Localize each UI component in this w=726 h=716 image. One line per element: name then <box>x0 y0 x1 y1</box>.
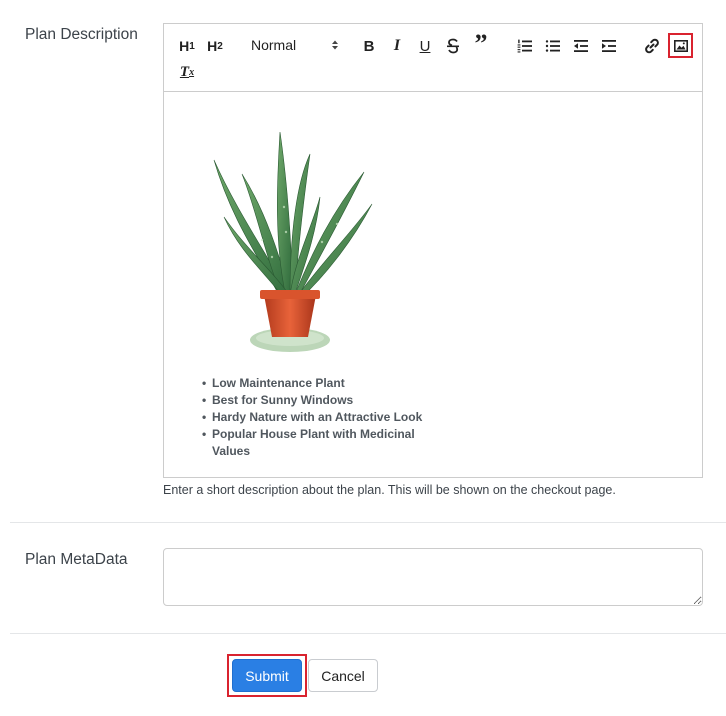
ordered-list-button[interactable] <box>515 34 535 58</box>
italic-button[interactable]: I <box>388 34 406 58</box>
ordered-list-icon <box>517 39 532 53</box>
select-arrows-icon <box>332 40 338 50</box>
indent-button[interactable] <box>599 34 619 58</box>
description-hint: Enter a short description about the plan… <box>163 483 616 497</box>
strikethrough-button[interactable] <box>444 34 462 58</box>
divider <box>10 633 726 634</box>
heading-1-label: H <box>179 38 190 54</box>
editor-content[interactable]: Low Maintenance Plant Best for Sunny Win… <box>164 92 702 477</box>
heading-1-button[interactable]: H1 <box>176 34 198 58</box>
cancel-button[interactable]: Cancel <box>308 659 378 692</box>
plan-metadata-label: Plan MetaData <box>25 551 128 568</box>
rich-text-editor[interactable]: H1 H2 Normal B I U ” T x • Low Maintenan… <box>163 23 703 478</box>
submit-highlight: Submit <box>227 654 307 697</box>
divider <box>10 522 726 523</box>
aloe-plant-image <box>213 131 373 352</box>
bullet-list-icon <box>545 40 560 52</box>
clear-format-button[interactable]: Tx <box>176 60 198 84</box>
clear-format-label: T <box>179 63 190 80</box>
plan-metadata-input[interactable] <box>163 548 703 606</box>
list-item: Popular House Plant with Medicinal Value… <box>202 426 432 460</box>
heading-2-button[interactable]: H2 <box>204 34 226 58</box>
image-icon <box>673 39 688 52</box>
heading-2-label: H <box>207 38 218 54</box>
plan-description-label: Plan Description <box>25 26 138 43</box>
feature-list: Low Maintenance Plant Best for Sunny Win… <box>202 375 432 460</box>
submit-button[interactable]: Submit <box>232 659 302 692</box>
underline-button[interactable]: U <box>416 34 434 58</box>
bold-button[interactable]: B <box>360 34 378 58</box>
outdent-icon <box>574 40 588 52</box>
link-icon <box>645 38 659 54</box>
outdent-button[interactable] <box>571 34 591 58</box>
format-select[interactable]: Normal <box>251 34 339 56</box>
strike-icon <box>447 38 459 54</box>
list-item: Best for Sunny Windows <box>202 392 432 409</box>
bullet-list-button[interactable] <box>543 34 563 58</box>
indent-icon <box>602 40 616 52</box>
image-button[interactable] <box>668 33 693 58</box>
heading-1-sub: 1 <box>189 40 195 52</box>
link-button[interactable] <box>642 34 662 58</box>
blockquote-button[interactable]: ” <box>471 29 491 58</box>
list-item: Low Maintenance Plant <box>202 375 432 392</box>
format-select-value: Normal <box>251 37 297 53</box>
list-item: Hardy Nature with an Attractive Look <box>202 409 432 426</box>
heading-2-sub: 2 <box>217 40 223 52</box>
editor-toolbar: H1 H2 Normal B I U ” T x <box>164 24 702 92</box>
clear-format-sub: x <box>189 66 195 78</box>
